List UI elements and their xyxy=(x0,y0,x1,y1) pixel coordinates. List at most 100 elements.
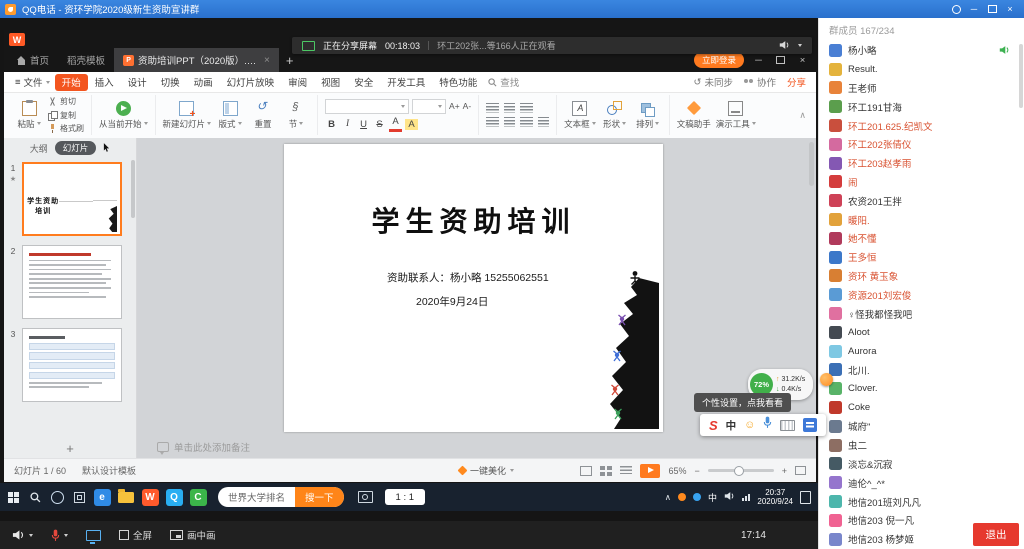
ribbon-tab-开发工具[interactable]: 开发工具 xyxy=(380,74,432,91)
slideshow-play-button[interactable] xyxy=(640,464,660,478)
font-size-select[interactable] xyxy=(412,99,446,114)
zoom-in-button[interactable]: + xyxy=(782,466,787,476)
collapse-ribbon-icon[interactable]: ∧ xyxy=(793,110,812,121)
share-audio-icon[interactable] xyxy=(779,37,790,55)
textbox-button[interactable]: 文本框 xyxy=(564,101,596,130)
slide-title[interactable]: 学生资助培训 xyxy=(284,200,663,240)
member-row[interactable]: 北川. xyxy=(819,361,1024,380)
presentation-tools-button[interactable]: 演示工具 xyxy=(716,101,756,130)
member-row[interactable]: 资源201刘宏俊 xyxy=(819,285,1024,304)
reading-view-icon[interactable] xyxy=(620,466,632,476)
taskbar-search-widget[interactable]: 世界大学排名 搜一下 xyxy=(218,487,344,507)
increase-font-button[interactable]: A+ xyxy=(449,101,460,111)
wps-logo[interactable]: W xyxy=(9,33,25,46)
maximize-button[interactable] xyxy=(983,2,1001,16)
member-row[interactable]: 她不懂 xyxy=(819,229,1024,248)
slide-sorter-icon[interactable] xyxy=(600,466,612,476)
thumbnails-scrollbar[interactable] xyxy=(131,160,135,218)
taskbar-app-wechat[interactable]: C xyxy=(186,483,210,511)
numbering-icon[interactable] xyxy=(504,103,515,113)
decrease-font-button[interactable]: A- xyxy=(463,101,472,111)
member-row[interactable]: Clover. xyxy=(819,379,1024,398)
member-row[interactable]: 农资201王拌 xyxy=(819,191,1024,210)
taskbar-app-qq[interactable]: Q xyxy=(162,483,186,511)
wps-close-button[interactable]: × xyxy=(795,55,810,66)
zoom-out-button[interactable]: − xyxy=(694,466,699,476)
tray-qq-icon[interactable] xyxy=(678,493,686,501)
member-row[interactable]: 迪伦^_^* xyxy=(819,473,1024,492)
tray-expand-icon[interactable]: ∧ xyxy=(665,492,671,503)
member-row[interactable]: ♀怪我都怪我吧 xyxy=(819,304,1024,323)
ime-indicator[interactable]: 中 xyxy=(708,491,717,504)
ribbon-tab-幻灯片放映[interactable]: 幻灯片放映 xyxy=(220,74,282,91)
member-row[interactable]: 闹 xyxy=(819,173,1024,192)
ribbon-tab-特色功能[interactable]: 特色功能 xyxy=(432,74,484,91)
play-from-current-button[interactable]: 从当前开始 xyxy=(99,101,148,130)
slide-thumbnail-3[interactable] xyxy=(22,328,122,402)
fullscreen-button[interactable]: 全屏 xyxy=(119,528,152,542)
slide-thumbnail-2[interactable] xyxy=(22,245,122,319)
align-left-icon[interactable] xyxy=(486,117,499,127)
design-template-label[interactable]: 默认设计模板 xyxy=(82,464,136,477)
taskbar-clock[interactable]: 20:37 2020/9/24 xyxy=(757,488,793,507)
member-row[interactable]: 地信201班刘凡凡 xyxy=(819,492,1024,511)
outline-tab[interactable]: 大纲 xyxy=(30,142,48,155)
ribbon-tab-切换[interactable]: 切换 xyxy=(154,74,187,91)
canvas-scrollbar[interactable] xyxy=(809,142,814,186)
ribbon-tab-视图[interactable]: 视图 xyxy=(314,74,347,91)
cut-button[interactable]: 剪切 xyxy=(48,96,84,107)
arrange-button[interactable]: 排列 xyxy=(634,101,662,130)
ribbon-tab-开始[interactable]: 开始 xyxy=(55,74,88,91)
exit-call-button[interactable]: 退出 xyxy=(973,523,1019,546)
sync-status[interactable]: ↺ 未同步 xyxy=(693,75,732,89)
slides-tab[interactable]: 幻灯片 xyxy=(55,141,97,155)
wps-minimize-button[interactable]: ─ xyxy=(751,55,766,66)
copy-button[interactable]: 复制 xyxy=(48,110,84,121)
align-center-icon[interactable] xyxy=(504,117,515,127)
highlight-button[interactable]: A xyxy=(405,119,418,130)
keyboard-icon[interactable] xyxy=(780,420,795,431)
beautify-button[interactable]: 一键美化 xyxy=(459,464,514,477)
taskbar-search-icon[interactable] xyxy=(24,483,46,511)
share-collapse-icon[interactable] xyxy=(798,44,802,47)
member-row[interactable]: 环工191甘海 xyxy=(819,97,1024,116)
layout-button[interactable]: 版式 xyxy=(216,101,244,130)
zoom-slider[interactable] xyxy=(708,469,774,472)
taskbar-app-file-explorer[interactable] xyxy=(114,483,138,511)
ratio-indicator[interactable]: 1 : 1 xyxy=(385,489,426,505)
member-row[interactable]: 城府" xyxy=(819,417,1024,436)
sogou-logo-icon[interactable]: S xyxy=(709,418,718,433)
italic-button[interactable]: I xyxy=(341,119,354,129)
font-family-select[interactable] xyxy=(325,99,409,114)
indent-icon[interactable] xyxy=(520,103,533,113)
notes-bar[interactable]: 单击此处添加备注 xyxy=(157,440,250,454)
member-row[interactable]: 资环 黄玉象 xyxy=(819,267,1024,286)
ribbon-tab-插入[interactable]: 插入 xyxy=(88,74,121,91)
search-go-button[interactable]: 搜一下 xyxy=(295,487,344,507)
tab-document[interactable]: P 资助培训PPT（2020版）.pptx × xyxy=(114,48,279,72)
normal-view-icon[interactable] xyxy=(580,466,592,476)
align-right-icon[interactable] xyxy=(520,117,533,127)
close-button[interactable]: × xyxy=(1001,2,1019,16)
line-spacing-icon[interactable] xyxy=(538,117,549,127)
member-row[interactable]: 环工201.625.纪凯文 xyxy=(819,116,1024,135)
tray-app-icon[interactable] xyxy=(693,493,701,501)
member-row[interactable]: Aloot xyxy=(819,323,1024,342)
new-slide-button[interactable]: 新建幻灯片 xyxy=(163,101,212,130)
floating-ball-icon[interactable] xyxy=(820,373,833,386)
volume-icon[interactable] xyxy=(724,488,735,506)
slide-editor[interactable]: 学生资助培训 资助联系人：杨小略 15255062551 2020年9月24日 xyxy=(284,144,663,432)
shapes-button[interactable]: 形状 xyxy=(601,101,629,130)
settings-icon[interactable] xyxy=(947,2,965,16)
taskbar-app-wps-office[interactable]: W xyxy=(138,483,162,511)
microphone-control[interactable] xyxy=(51,529,68,542)
bold-button[interactable]: B xyxy=(325,119,338,130)
minimize-button[interactable]: ─ xyxy=(965,2,983,16)
member-row[interactable]: 王多恒 xyxy=(819,248,1024,267)
wps-maximize-button[interactable] xyxy=(773,56,788,64)
collaborate-button[interactable]: 协作 xyxy=(744,75,776,89)
add-slide-button[interactable]: + xyxy=(4,441,136,456)
strikethrough-button[interactable]: S xyxy=(373,119,386,130)
underline-button[interactable]: U xyxy=(357,119,370,130)
ribbon-tab-审阅[interactable]: 审阅 xyxy=(281,74,314,91)
